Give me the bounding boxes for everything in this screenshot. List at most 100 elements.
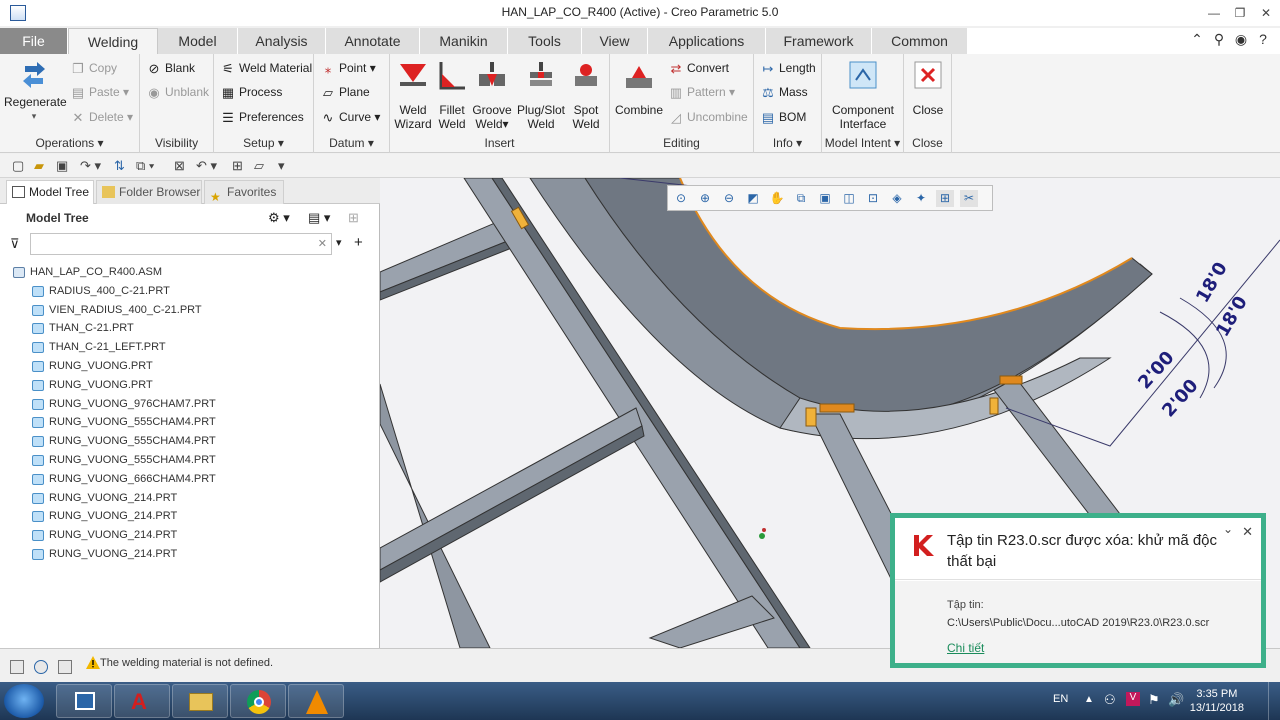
regenerate-button[interactable]: Regenerate ▾ [4, 58, 67, 123]
tray-network-icon[interactable]: ⚇ [1104, 692, 1116, 708]
tree-item[interactable]: RUNG_VUONG_976CHAM7.PRT [10, 395, 370, 414]
close-window-button[interactable]: ✕ [1254, 4, 1278, 22]
taskbar-autocad[interactable]: A [114, 684, 170, 718]
paste-button[interactable]: ▤ Paste ▾ [70, 85, 129, 100]
tree-search-input[interactable]: ✕ [30, 233, 332, 255]
bom-button[interactable]: ▤ BOM [760, 110, 807, 125]
language-indicator[interactable]: EN [1053, 693, 1068, 705]
tree-filter-icon[interactable]: ⊞ [348, 210, 359, 226]
tab-model[interactable]: Model [158, 28, 238, 54]
details-link[interactable]: Chi tiết [947, 641, 984, 655]
datum-label[interactable]: Datum ▾ [314, 136, 389, 150]
chevron-up-icon[interactable]: ⌃ [1186, 31, 1208, 48]
clear-icon[interactable]: ✕ [318, 237, 327, 250]
view-manager-icon[interactable]: ▣ [816, 190, 834, 207]
display-style-icon[interactable]: ◈ [888, 190, 906, 207]
process-button[interactable]: ▦ Process [220, 85, 283, 100]
help-icon[interactable]: ◉ [1230, 31, 1252, 48]
model-intent-label[interactable]: Model Intent ▾ [822, 136, 903, 150]
tab-favorites[interactable]: ★ Favorites [204, 180, 284, 204]
spin-center-icon[interactable]: ⊞ [936, 190, 954, 207]
component-interface-button[interactable]: Component Interface [824, 58, 902, 131]
blank-button[interactable]: ⊘ Blank [146, 61, 195, 76]
tab-model-tree[interactable]: Model Tree [6, 180, 94, 204]
setup-label[interactable]: Setup ▾ [214, 136, 313, 150]
save-icon[interactable]: ▣ [56, 158, 68, 174]
tab-folder-browser[interactable]: Folder Browser [96, 180, 202, 204]
taskbar-chrome[interactable] [230, 684, 286, 718]
weld-material-button[interactable]: ⚟ Weld Material [220, 61, 312, 76]
tab-applications[interactable]: Applications [648, 28, 766, 54]
clock[interactable]: 3:35 PM 13/11/2018 [1190, 687, 1244, 715]
start-button[interactable] [4, 684, 44, 718]
pattern-button[interactable]: ▥ Pattern ▾ [668, 85, 735, 100]
search-icon[interactable]: ⚲ [1208, 31, 1230, 48]
tab-tools[interactable]: Tools [508, 28, 582, 54]
tab-annotate[interactable]: Annotate [326, 28, 420, 54]
fillet-weld-button[interactable]: Fillet Weld [434, 58, 470, 131]
combine-button[interactable]: Combine [614, 58, 664, 117]
regenerate-small-icon[interactable]: ⇅ [114, 158, 125, 174]
curve-button[interactable]: ∿ Curve ▾ [320, 110, 381, 125]
chevron-down-icon[interactable]: ⌄ [1223, 522, 1233, 536]
status-globe-icon[interactable] [34, 660, 48, 674]
tree-item[interactable]: RUNG_VUONG_666CHAM4.PRT [10, 470, 370, 489]
filter-dropdown-icon[interactable]: ▾ [336, 236, 342, 249]
perspective-icon[interactable]: ◫ [840, 190, 858, 207]
tab-view[interactable]: View [582, 28, 648, 54]
zoom-in-icon[interactable]: ⊕ [696, 190, 714, 207]
help-question-icon[interactable]: ? [1252, 31, 1274, 47]
tree-item[interactable]: RUNG_VUONG_214.PRT [10, 526, 370, 545]
point-button[interactable]: ⁎ Point ▾ [320, 61, 376, 76]
windows-icon[interactable]: ⧉ ▾ [136, 158, 154, 174]
convert-button[interactable]: ⇄ Convert [668, 61, 729, 76]
tab-framework[interactable]: Framework [766, 28, 872, 54]
close-notification-button[interactable]: ✕ [1242, 524, 1253, 540]
tree-item[interactable]: THAN_C-21_LEFT.PRT [10, 338, 370, 357]
undo-icon[interactable]: ↶ ▾ [196, 158, 217, 174]
plane-button[interactable]: ▱ Plane [320, 85, 370, 100]
filter-icon[interactable]: ⊽ [10, 236, 20, 252]
operations-label[interactable]: Operations ▾ [0, 136, 139, 150]
redo-icon[interactable]: ↷ ▾ [80, 158, 101, 174]
tree-item[interactable]: RUNG_VUONG_214.PRT [10, 545, 370, 564]
minimize-button[interactable]: — [1202, 4, 1226, 22]
uncombine-button[interactable]: ◿ Uncombine [668, 110, 748, 125]
mass-button[interactable]: ⚖ Mass [760, 85, 808, 100]
tab-analysis[interactable]: Analysis [238, 28, 326, 54]
tree-item[interactable]: RUNG_VUONG_214.PRT [10, 507, 370, 526]
datum-display-icon[interactable]: ✦ [912, 190, 930, 207]
close-button[interactable]: Close [907, 58, 949, 117]
copy-button[interactable]: ❐ Copy [70, 61, 117, 76]
erase-icon[interactable]: ▱ [254, 158, 264, 174]
status-tree-icon[interactable] [10, 660, 24, 674]
plug-slot-weld-button[interactable]: Plug/Slot Weld [514, 58, 568, 131]
add-icon[interactable]: + [354, 234, 363, 251]
restore-button[interactable]: ❐ [1228, 4, 1252, 22]
tray-flag-icon[interactable]: ⚑ [1148, 692, 1160, 708]
tree-item-asm[interactable]: HAN_LAP_CO_R400.ASM [10, 263, 370, 282]
saved-views-icon[interactable]: ⧉ [792, 190, 810, 207]
status-fullscreen-icon[interactable] [58, 660, 72, 674]
zoom-fit-icon[interactable]: ⊙ [672, 190, 690, 207]
tab-common[interactable]: Common [872, 28, 968, 54]
tab-manikin[interactable]: Manikin [420, 28, 508, 54]
show-desktop-button[interactable] [1268, 682, 1280, 720]
taskbar-creo[interactable] [56, 684, 112, 718]
tray-volume-icon[interactable]: 🔊 [1168, 692, 1184, 708]
customize-icon[interactable]: ▾ [278, 158, 285, 174]
tree-item[interactable]: THAN_C-21.PRT [10, 319, 370, 338]
spot-weld-button[interactable]: Spot Weld [568, 58, 604, 131]
close-small-icon[interactable]: ⊠ [174, 158, 185, 174]
tray-expand-icon[interactable]: ▲ [1084, 694, 1094, 705]
tree-item[interactable]: RUNG_VUONG.PRT [10, 357, 370, 376]
tree-item[interactable]: RUNG_VUONG_555CHAM4.PRT [10, 432, 370, 451]
open-icon[interactable]: ▰ [34, 158, 44, 174]
tray-app-icon[interactable]: V [1126, 692, 1140, 706]
taskbar-vlc[interactable] [288, 684, 344, 718]
tree-item[interactable]: RUNG_VUONG_555CHAM4.PRT [10, 413, 370, 432]
section-icon[interactable]: ⊡ [864, 190, 882, 207]
tree-item[interactable]: VIEN_RADIUS_400_C-21.PRT [10, 301, 370, 320]
groove-weld-button[interactable]: Groove Weld▾ [472, 58, 512, 131]
show-icon[interactable]: ▤ ▾ [308, 210, 330, 226]
